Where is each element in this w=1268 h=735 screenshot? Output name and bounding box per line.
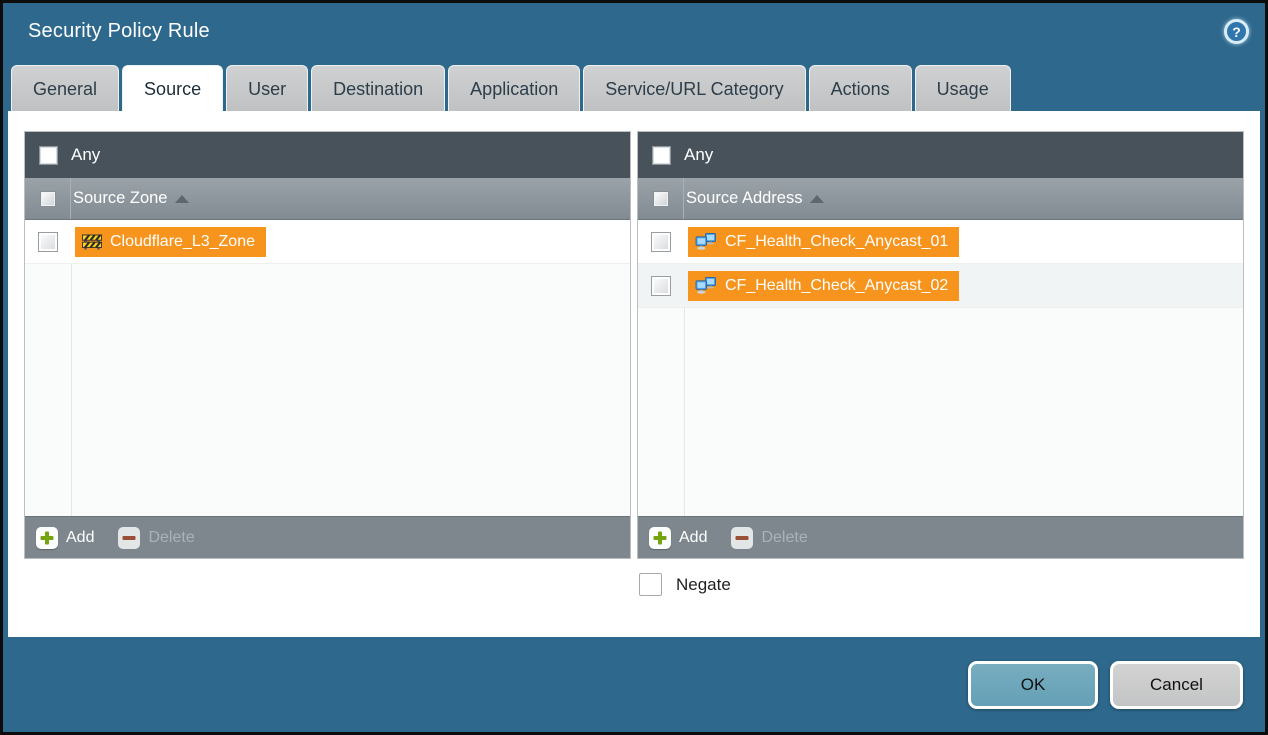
source-address-selectall-checkbox[interactable] xyxy=(653,191,669,207)
source-zone-row[interactable]: Cloudflare_L3_Zone xyxy=(25,220,630,264)
tab-user[interactable]: User xyxy=(226,65,308,111)
tab-source[interactable]: Source xyxy=(122,65,223,111)
source-zone-any-checkbox[interactable] xyxy=(39,146,58,165)
source-address-any-checkbox[interactable] xyxy=(652,146,671,165)
source-zone-selectall-checkbox[interactable] xyxy=(40,191,56,207)
help-icon[interactable]: ? xyxy=(1224,19,1249,44)
row-checkbox-cell xyxy=(638,264,684,307)
negate-left-spacer xyxy=(24,573,629,596)
negate-checkbox[interactable] xyxy=(639,573,662,596)
dialog-footer: OK Cancel xyxy=(3,637,1265,732)
source-address-any-checkbox-cell xyxy=(638,132,684,178)
source-address-row[interactable]: CF_Health_Check_Anycast_01 xyxy=(638,220,1243,264)
source-address-add-button[interactable]: Add xyxy=(649,527,707,549)
delete-button-label: Delete xyxy=(761,529,807,547)
row-checkbox-cell xyxy=(638,220,684,263)
tab-actions[interactable]: Actions xyxy=(809,65,912,111)
security-policy-rule-dialog: Security Policy Rule ? General Source Us… xyxy=(0,0,1268,735)
source-zone-toolbar: Add Delete xyxy=(25,516,630,558)
source-address-toolbar: Add Delete xyxy=(638,516,1243,558)
source-address-row-label: CF_Health_Check_Anycast_01 xyxy=(725,233,948,251)
source-zone-grid: Cloudflare_L3_Zone xyxy=(25,220,630,516)
tab-content-source: Any Source Zone xyxy=(8,111,1260,637)
source-address-selectall-cell xyxy=(638,178,684,219)
source-zone-chip[interactable]: Cloudflare_L3_Zone xyxy=(75,227,266,257)
source-address-column-header: Source Address xyxy=(638,178,1243,220)
source-address-panel: Any Source Address xyxy=(637,131,1244,559)
help-icon-glyph: ? xyxy=(1232,24,1241,40)
cancel-button[interactable]: Cancel xyxy=(1110,661,1243,709)
tab-application[interactable]: Application xyxy=(448,65,580,111)
negate-strip: Negate xyxy=(24,573,1244,596)
source-zone-panel: Any Source Zone xyxy=(24,131,631,559)
source-zone-add-button[interactable]: Add xyxy=(36,527,94,549)
tab-bar: General Source User Destination Applicat… xyxy=(3,60,1265,111)
add-button-label: Add xyxy=(679,529,707,547)
add-plus-icon xyxy=(649,527,671,549)
source-zone-selectall-cell xyxy=(25,178,71,219)
source-address-row-checkbox-2[interactable] xyxy=(651,276,671,296)
source-address-any-header: Any xyxy=(638,132,1243,178)
negate-label: Negate xyxy=(676,575,731,595)
sort-asc-icon[interactable] xyxy=(175,195,189,203)
delete-button-label: Delete xyxy=(148,529,194,547)
row-checkbox-cell xyxy=(25,220,71,263)
zone-icon xyxy=(82,234,102,250)
source-address-any-label: Any xyxy=(684,145,713,165)
source-zone-any-checkbox-cell xyxy=(25,132,71,178)
ok-button[interactable]: OK xyxy=(968,661,1098,709)
dialog-title: Security Policy Rule xyxy=(28,20,210,43)
tab-service-url-category[interactable]: Service/URL Category xyxy=(583,65,805,111)
source-address-chip-2[interactable]: CF_Health_Check_Anycast_02 xyxy=(688,271,959,301)
source-address-grid: CF_Health_Check_Anycast_01 xyxy=(638,220,1243,516)
sort-asc-icon[interactable] xyxy=(810,195,824,203)
titlebar: Security Policy Rule ? xyxy=(3,3,1265,60)
source-address-column-label[interactable]: Source Address xyxy=(686,189,802,208)
tab-destination[interactable]: Destination xyxy=(311,65,445,111)
source-address-delete-button: Delete xyxy=(731,527,807,549)
negate-container: Negate xyxy=(635,573,1244,596)
source-zone-row-label: Cloudflare_L3_Zone xyxy=(110,233,255,251)
source-zone-delete-button: Delete xyxy=(118,527,194,549)
source-zone-column-header: Source Zone xyxy=(25,178,630,220)
add-button-label: Add xyxy=(66,529,94,547)
source-address-row-checkbox-1[interactable] xyxy=(651,232,671,252)
source-zone-row-checkbox[interactable] xyxy=(38,232,58,252)
panels-container: Any Source Zone xyxy=(24,131,1244,559)
source-address-row-label: CF_Health_Check_Anycast_02 xyxy=(725,277,948,295)
source-zone-column-label[interactable]: Source Zone xyxy=(73,189,167,208)
tab-general[interactable]: General xyxy=(11,65,119,111)
source-zone-any-header: Any xyxy=(25,132,630,178)
source-zone-any-label: Any xyxy=(71,145,100,165)
delete-minus-icon xyxy=(731,527,753,549)
source-address-chip-1[interactable]: CF_Health_Check_Anycast_01 xyxy=(688,227,959,257)
tab-usage[interactable]: Usage xyxy=(915,65,1011,111)
source-address-row[interactable]: CF_Health_Check_Anycast_02 xyxy=(638,264,1243,308)
address-icon xyxy=(695,277,717,294)
delete-minus-icon xyxy=(118,527,140,549)
add-plus-icon xyxy=(36,527,58,549)
address-icon xyxy=(695,233,717,250)
